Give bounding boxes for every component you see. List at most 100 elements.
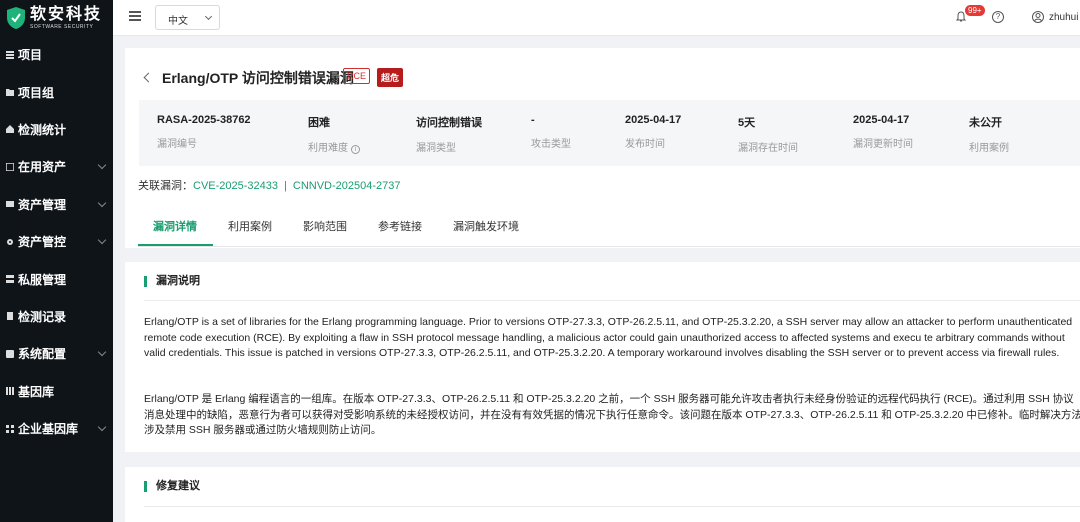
info-attack-type: - 攻击类型 bbox=[531, 114, 571, 150]
library-icon bbox=[6, 387, 14, 396]
sidebar-item-asset-management[interactable]: 资产管理 bbox=[0, 186, 113, 223]
info-label: 漏洞存在时间 bbox=[738, 143, 798, 154]
info-value: - bbox=[531, 114, 535, 126]
sidebar-item-label: 在用资产 bbox=[18, 160, 67, 175]
section-title: 漏洞说明 bbox=[144, 276, 200, 287]
rce-tag: RCE bbox=[343, 68, 371, 84]
help-icon[interactable]: ? bbox=[992, 11, 1004, 23]
menu-toggle-icon[interactable] bbox=[129, 11, 141, 21]
page-title: Erlang/OTP 访问控制错误漏洞 bbox=[162, 70, 354, 86]
info-value: 2025-04-17 bbox=[625, 114, 682, 126]
sidebar-item-label: 检测统计 bbox=[18, 122, 67, 137]
info-publish-date: 2025-04-17 发布时间 bbox=[625, 114, 681, 150]
database-icon bbox=[6, 201, 14, 208]
sidebar-item-project-groups[interactable]: 项目组 bbox=[0, 73, 113, 110]
fix-suggestion-card: 修复建议 bbox=[125, 467, 1080, 522]
related-separator: | bbox=[284, 180, 287, 192]
sidebar-item-label: 检测记录 bbox=[18, 309, 67, 324]
document-icon bbox=[7, 312, 13, 321]
info-value: RASA-2025-38762 bbox=[157, 114, 251, 126]
tab-exploit-cases[interactable]: 利用案例 bbox=[228, 218, 272, 234]
info-value: 5天 bbox=[738, 117, 756, 129]
settings-icon bbox=[6, 349, 14, 358]
back-icon[interactable] bbox=[143, 72, 154, 83]
sidebar-item-detection-stats[interactable]: 检测统计 bbox=[0, 111, 113, 148]
vuln-header-card: Erlang/OTP 访问控制错误漏洞 RCE 超危 RASA-2025-387… bbox=[125, 48, 1080, 248]
info-vuln-type: 访问控制错误 漏洞类型 bbox=[416, 114, 482, 154]
info-value: 困难 bbox=[308, 117, 330, 129]
description-text-en: Erlang/OTP is a set of libraries for the… bbox=[144, 316, 1073, 359]
sidebar-nav: 项目 项目组 检测统计 在用资产 资产管理 资产管控 私服管理 检测记录 系统配… bbox=[0, 36, 113, 447]
sidebar-item-private-server[interactable]: 私服管理 bbox=[0, 260, 113, 297]
sidebar-item-gene-library[interactable]: 基因库 bbox=[0, 373, 113, 410]
home-icon bbox=[6, 125, 14, 134]
active-tab-indicator bbox=[138, 244, 213, 246]
vuln-info-row: RASA-2025-38762 漏洞编号 困难 利用难度 i 访问控制错误 漏洞类… bbox=[139, 100, 1080, 166]
severity-badge: 超危 bbox=[377, 68, 404, 87]
sidebar-item-assets-in-use[interactable]: 在用资产 bbox=[0, 148, 113, 185]
info-value: 2025-04-17 bbox=[853, 114, 910, 126]
sidebar-item-label: 系统配置 bbox=[18, 347, 67, 362]
grid-icon bbox=[6, 424, 14, 433]
info-label: 漏洞更新时间 bbox=[853, 139, 913, 150]
list-icon bbox=[6, 50, 14, 59]
user-icon[interactable] bbox=[1032, 11, 1044, 23]
info-exploit-cases: 未公开 利用案例 bbox=[969, 114, 1009, 154]
brand-tagline: SOFTWARE SECURITY bbox=[30, 23, 94, 30]
language-select-value: 中文 bbox=[168, 16, 188, 27]
info-label: 漏洞编号 bbox=[157, 139, 197, 150]
info-circle-icon[interactable]: i bbox=[351, 145, 360, 154]
brand-logo[interactable]: 软安科技 SOFTWARE SECURITY bbox=[0, 0, 113, 36]
tab-trigger-env[interactable]: 漏洞触发环境 bbox=[453, 218, 519, 234]
brand-name: 软安科技 bbox=[30, 5, 103, 23]
divider bbox=[144, 506, 1080, 507]
folder-icon bbox=[6, 89, 14, 97]
related-link-cnnvd[interactable]: CNNVD-202504-2737 bbox=[293, 180, 401, 192]
info-label: 攻击类型 bbox=[531, 139, 571, 150]
chevron-down-icon bbox=[97, 235, 107, 245]
language-select[interactable]: 中文 bbox=[155, 5, 220, 30]
related-link-cve[interactable]: CVE-2025-32433 bbox=[193, 180, 278, 192]
info-exist-duration: 5天 漏洞存在时间 bbox=[738, 114, 798, 154]
info-vuln-id: RASA-2025-38762 漏洞编号 bbox=[157, 114, 251, 150]
chevron-down-icon bbox=[97, 198, 107, 207]
info-value: 访问控制错误 bbox=[416, 117, 482, 129]
vuln-description-card: 漏洞说明 Erlang/OTP is a set of libraries fo… bbox=[125, 262, 1080, 452]
sidebar-item-label: 资产管理 bbox=[18, 197, 67, 212]
server-icon bbox=[6, 275, 14, 284]
tab-references[interactable]: 参考链接 bbox=[378, 218, 422, 234]
sidebar-item-detection-records[interactable]: 检测记录 bbox=[0, 298, 113, 335]
sidebar-item-projects[interactable]: 项目 bbox=[0, 36, 113, 73]
info-label: 利用难度 i bbox=[308, 139, 360, 154]
info-value: 未公开 bbox=[969, 117, 1002, 129]
sidebar-item-enterprise-gene-library[interactable]: 企业基因库 bbox=[0, 410, 113, 447]
shield-logo-icon bbox=[7, 7, 25, 29]
sidebar-item-label: 企业基因库 bbox=[18, 422, 79, 437]
gear-icon bbox=[7, 238, 13, 245]
related-label: 关联漏洞： bbox=[138, 180, 193, 192]
info-label-text: 利用难度 bbox=[308, 143, 348, 154]
notification-badge: 99+ bbox=[965, 5, 985, 16]
sidebar-item-system-config[interactable]: 系统配置 bbox=[0, 335, 113, 372]
sidebar: 软安科技 SOFTWARE SECURITY 项目 项目组 检测统计 在用资产 … bbox=[0, 0, 113, 522]
info-difficulty: 困难 利用难度 i bbox=[308, 114, 360, 154]
top-header: 中文 99+ ? zhuhui bbox=[113, 0, 1080, 36]
sidebar-item-label: 基因库 bbox=[18, 384, 55, 399]
description-text-cn: Erlang/OTP 是 Erlang 编程语言的一组库。在版本 OTP-27.… bbox=[144, 393, 1080, 436]
chevron-down-icon bbox=[97, 422, 107, 432]
section-title: 修复建议 bbox=[144, 481, 200, 492]
chevron-down-icon bbox=[97, 160, 107, 170]
tab-details[interactable]: 漏洞详情 bbox=[153, 218, 197, 234]
tab-impact-scope[interactable]: 影响范围 bbox=[303, 218, 347, 234]
box-icon bbox=[6, 162, 14, 171]
sidebar-item-label: 项目 bbox=[18, 48, 43, 63]
chevron-down-icon bbox=[204, 12, 213, 21]
detail-tabs: 漏洞详情 利用案例 影响范围 参考链接 漏洞触发环境 bbox=[138, 206, 1080, 247]
username[interactable]: zhuhui bbox=[1049, 12, 1078, 23]
sidebar-item-label: 私服管理 bbox=[18, 272, 67, 287]
sidebar-item-asset-control[interactable]: 资产管控 bbox=[0, 223, 113, 260]
sidebar-item-label: 项目组 bbox=[18, 85, 55, 100]
info-update-date: 2025-04-17 漏洞更新时间 bbox=[853, 114, 913, 150]
divider bbox=[144, 300, 1080, 301]
related-vulns: 关联漏洞：CVE-2025-32433 | CNNVD-202504-2737 bbox=[138, 177, 401, 193]
